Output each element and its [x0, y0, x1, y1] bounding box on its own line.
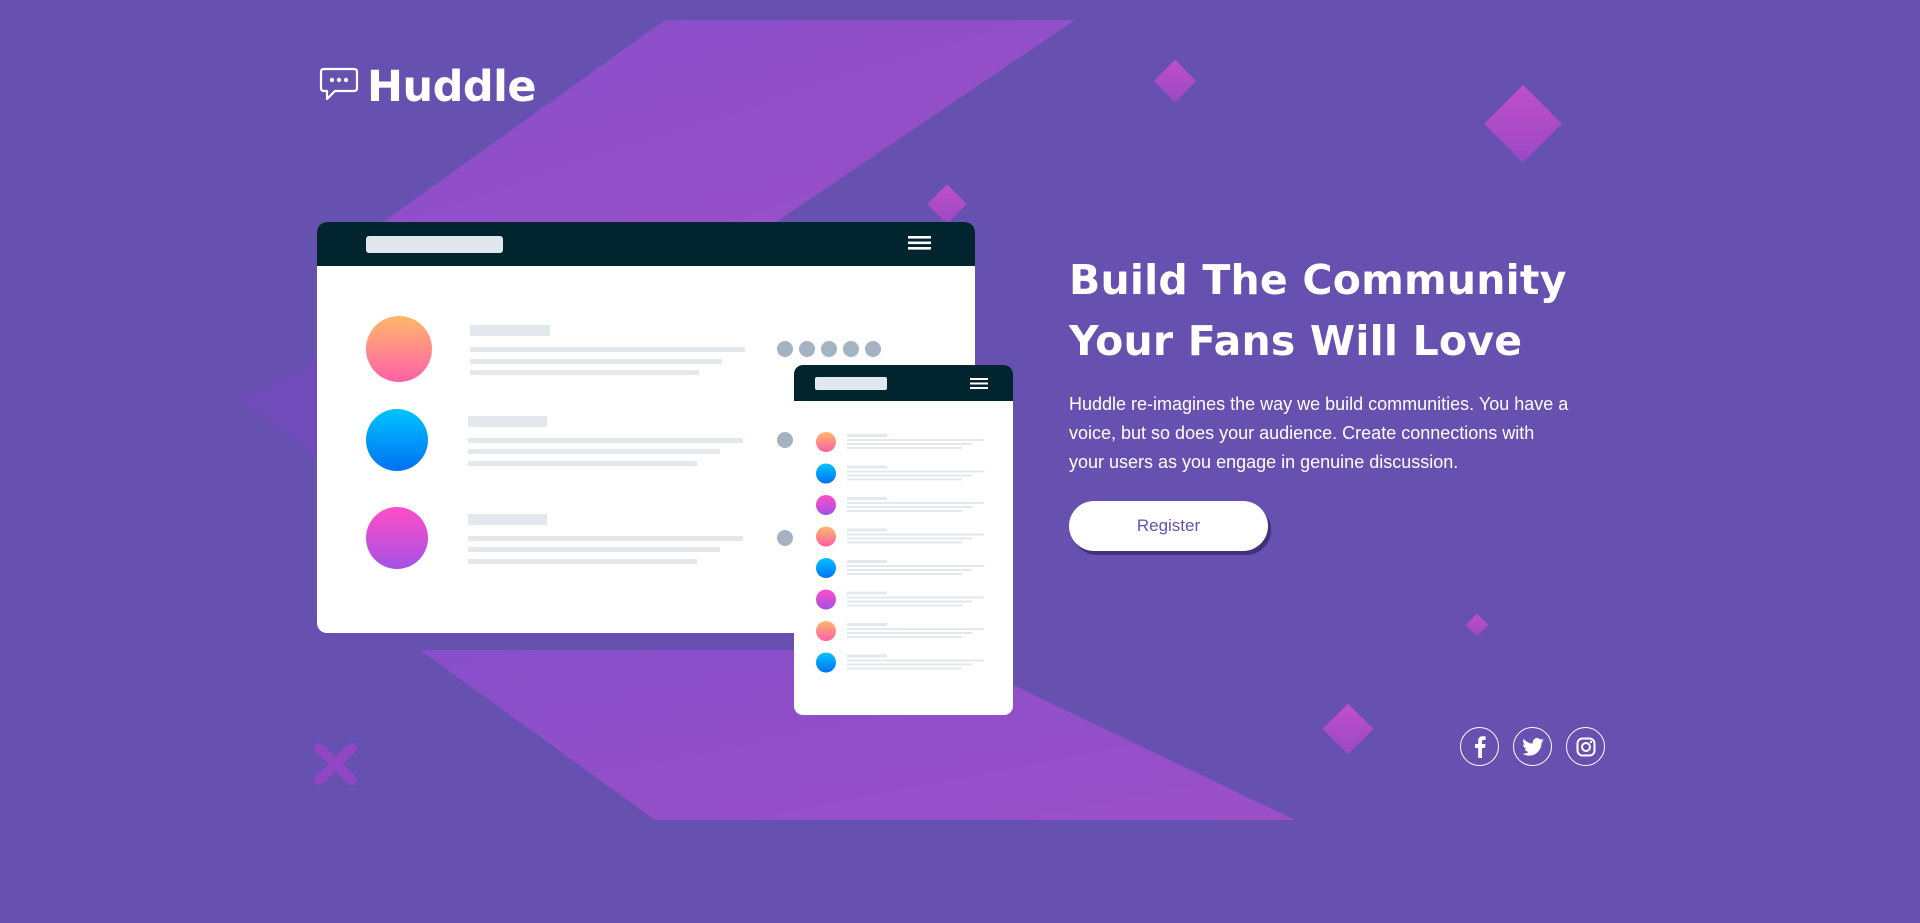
mockup-avatar: [816, 589, 836, 610]
mockup-avatar: [816, 558, 836, 578]
mockup-line: [847, 604, 962, 607]
mockup-line: [847, 434, 887, 437]
mockup-line: [847, 628, 984, 630]
mockup-top-bar: [794, 365, 1013, 401]
mockup-line: [847, 663, 972, 666]
mockup-line: [847, 528, 887, 532]
menu-icon: [908, 236, 931, 250]
mockup-avatar: [816, 432, 836, 452]
facebook-link[interactable]: [1460, 727, 1499, 766]
x-shape: [314, 743, 357, 785]
hero-section: Build The Community Your Fans Will Love …: [1069, 250, 1569, 477]
mockup-line: [847, 447, 962, 449]
brand-name: Huddle: [367, 62, 537, 112]
register-button[interactable]: Register: [1069, 501, 1268, 551]
mockup-avatar: [816, 621, 836, 641]
mockup-line: [847, 497, 887, 500]
diamond-shape: [927, 184, 967, 224]
mockup-line: [847, 667, 962, 670]
diamond-shape: [1465, 613, 1489, 637]
mockup-avatar: [816, 463, 836, 484]
mockup-line: [847, 439, 984, 441]
hero-description: Huddle re-imagines the way we build comm…: [1069, 394, 1569, 472]
mockup-line: [847, 541, 962, 544]
mockup-line: [847, 591, 887, 595]
logo[interactable]: Huddle: [319, 62, 537, 112]
mockup-avatar: [816, 652, 836, 673]
mockup-line: [847, 636, 962, 638]
facebook-icon: [1474, 735, 1486, 758]
mockup-content: [816, 432, 984, 673]
mockup-avatar: [816, 526, 836, 547]
mockup-line: [847, 573, 962, 575]
mockup-line: [847, 596, 984, 599]
mockup-line: [847, 506, 972, 508]
mockup-line: [847, 465, 887, 469]
instagram-link[interactable]: [1566, 727, 1605, 766]
mockup-line: [847, 510, 962, 512]
mockup-line: [847, 654, 887, 658]
menu-icon: [970, 378, 988, 389]
mockup-top-bar: [317, 222, 975, 266]
mockup-line: [847, 443, 972, 445]
mobile-mockup-illustration: [794, 365, 1013, 715]
mockup-line: [847, 537, 972, 540]
mockup-line: [847, 474, 972, 477]
hero-title-line1: Build The Community: [1069, 256, 1567, 304]
mockup-line: [847, 600, 972, 603]
mockup-line: [847, 659, 984, 662]
mockup-line: [847, 623, 887, 626]
mockup-line: [847, 478, 962, 481]
hero-title: Build The Community Your Fans Will Love: [1069, 250, 1569, 372]
twitter-link[interactable]: [1513, 727, 1552, 766]
mockup-avatar: [816, 495, 836, 515]
social-links: [1460, 727, 1605, 766]
hero-title-line2: Your Fans Will Love: [1069, 317, 1523, 365]
mockup-line: [847, 569, 972, 571]
diamond-shape: [1153, 59, 1197, 103]
mockup-line: [847, 470, 984, 473]
mockup-line: [847, 533, 984, 536]
speech-bubble-icon: [319, 67, 359, 108]
diamond-shape: [1484, 84, 1562, 163]
twitter-icon: [1521, 737, 1544, 756]
diamond-shape: [1322, 703, 1374, 755]
instagram-icon: [1576, 737, 1595, 756]
mockup-line: [847, 632, 972, 634]
mockup-line: [847, 502, 984, 504]
mockup-line: [847, 560, 887, 563]
mockup-line: [847, 565, 984, 567]
